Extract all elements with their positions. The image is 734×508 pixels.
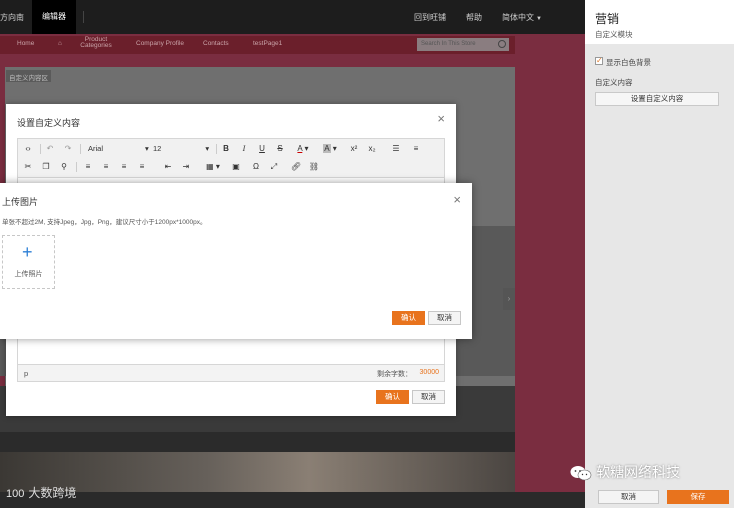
align-right-icon[interactable]: ≡ [118,161,130,173]
nav-direction[interactable]: 方向南 [0,12,24,23]
dialog-title: 设置自定义内容 [17,118,81,128]
upload-confirm-button[interactable]: 确认 [392,311,425,325]
upload-image-dialog: 上传图片 × 单张不超过2M, 支持Jpeg，Jpg，Png，建议尺寸小于120… [0,183,472,339]
align-justify-icon[interactable]: ≡ [136,161,148,173]
numbered-list-icon[interactable]: ≡ [410,143,422,155]
caret-down-icon: ▼ [536,16,542,22]
editor-statusbar: p 剩余字数： 30000 [17,364,445,382]
panel-cancel-button[interactable]: 取消 [598,490,659,504]
panel-save-button[interactable]: 保存 [667,490,729,504]
table-icon[interactable]: ▦ ▾ [203,161,223,173]
store-nav-testpage[interactable]: testPage1 [253,40,282,47]
store-search-input[interactable]: Search In This Store [417,38,509,51]
watermark-logo: 100 [6,488,25,500]
close-icon[interactable]: × [437,112,445,125]
image-icon[interactable]: ▣ [230,161,242,173]
plus-icon: + [22,242,33,262]
store-nav-home-icon: ⌂ [58,40,62,47]
upload-photo-box[interactable]: + 上传照片 [2,235,55,289]
close-icon[interactable]: × [453,193,461,206]
undo-icon[interactable]: ↶ [44,143,56,155]
upload-dialog-title: 上传图片 [2,197,39,207]
white-bg-label: 显示白色背景 [606,58,651,67]
font-color-icon[interactable]: A ▾ [293,143,313,155]
bullet-list-icon[interactable]: ☰ [390,143,402,155]
watermark-right: 软糖网络科技 [570,462,680,482]
white-bg-checkbox[interactable] [595,56,603,65]
find-icon[interactable]: ⚲ [58,161,70,173]
editor-cancel-button[interactable]: 取消 [412,390,445,404]
upload-hint: 单张不超过2M, 支持Jpeg，Jpg，Png，建议尺寸小于1200px*100… [2,219,207,226]
upload-cancel-button[interactable]: 取消 [428,311,461,325]
custom-content-label: 自定义内容 [595,78,633,87]
dark-section-2 [0,432,515,452]
photo-banner [0,452,515,492]
remaining-chars-label: 剩余字数： [377,371,412,378]
source-code-icon[interactable]: ‹› [22,143,34,155]
unlink-icon[interactable]: ⛓︎ [308,161,320,173]
panel-title: 营销 [595,12,620,26]
font-family-value: Arial [88,144,104,153]
subscript-icon[interactable]: x₂ [366,143,378,155]
settings-panel: 营销 自定义模块 显示白色背景 自定义内容 设置自定义内容 取消 保存 [585,0,734,508]
font-size-value: 12 [153,144,162,153]
set-custom-content-button[interactable]: 设置自定义内容 [595,92,719,106]
outdent-icon[interactable]: ⇤ [162,161,174,173]
cut-icon[interactable]: ✂ [22,161,34,173]
watermark-left: 100 大数跨境 [6,484,76,501]
strikethrough-icon[interactable]: S [274,143,286,155]
element-path: p [24,369,29,378]
top-bar: 方向南 编辑器 回到旺铺 帮助 简体中文 ▼ [0,0,585,34]
watermark-right-text: 软糖网络科技 [596,464,680,480]
redo-icon[interactable]: ↷ [62,143,74,155]
rich-text-toolbar: ‹› ↶ ↷ Arial ▾ 12 ▾ B I U S A ▾ A ▾ x² x₂ … [17,138,445,178]
nav-editor-tab[interactable]: 编辑器 [32,0,76,34]
upload-photo-label: 上传照片 [14,271,43,278]
divider [40,144,41,154]
underline-icon[interactable]: U [256,143,268,155]
bold-icon[interactable]: B [220,143,232,155]
store-nav-contacts[interactable]: Contacts [203,40,229,47]
watermark-left-text: 大数跨境 [28,486,77,500]
superscript-icon[interactable]: x² [348,143,360,155]
language-select[interactable]: 简体中文 ▼ [502,12,542,23]
language-label: 简体中文 [502,13,534,22]
store-nav-home[interactable]: Home [17,40,34,47]
divider [80,144,81,154]
remaining-chars-value: 30000 [419,369,439,376]
region-tag: 自定义内容区 [6,70,51,82]
store-nav-categories[interactable]: Product Categories [76,36,116,49]
divider [216,144,217,154]
font-size-select[interactable]: 12 ▾ [153,143,209,155]
store-search-placeholder: Search In This Store [421,41,476,47]
back-to-store-link[interactable]: 回到旺铺 [414,12,446,23]
help-link[interactable]: 帮助 [466,12,482,23]
special-char-icon[interactable]: Ω [250,161,262,173]
caret-down-icon: ▾ [145,144,149,153]
link-icon[interactable]: 🔗︎ [290,161,302,173]
editor-confirm-button[interactable]: 确认 [376,390,409,404]
bottom-bar [0,492,585,508]
indent-icon[interactable]: ⇥ [180,161,192,173]
align-left-icon[interactable]: ≡ [82,161,94,173]
wechat-icon [570,466,592,481]
chevron-right-icon[interactable]: › [503,288,515,310]
search-icon[interactable] [498,40,506,48]
align-center-icon[interactable]: ≡ [100,161,112,173]
font-family-select[interactable]: Arial ▾ [88,143,149,155]
highlight-color-icon[interactable]: A ▾ [320,143,340,155]
divider [83,11,84,23]
fullscreen-icon[interactable]: ⤢ [268,161,280,173]
copy-icon[interactable]: ❐ [40,161,52,173]
panel-subtitle: 自定义模块 [595,30,633,39]
caret-down-icon: ▾ [205,144,210,153]
divider [76,162,77,172]
italic-icon[interactable]: I [238,143,250,155]
store-nav-company[interactable]: Company Profile [136,40,184,47]
